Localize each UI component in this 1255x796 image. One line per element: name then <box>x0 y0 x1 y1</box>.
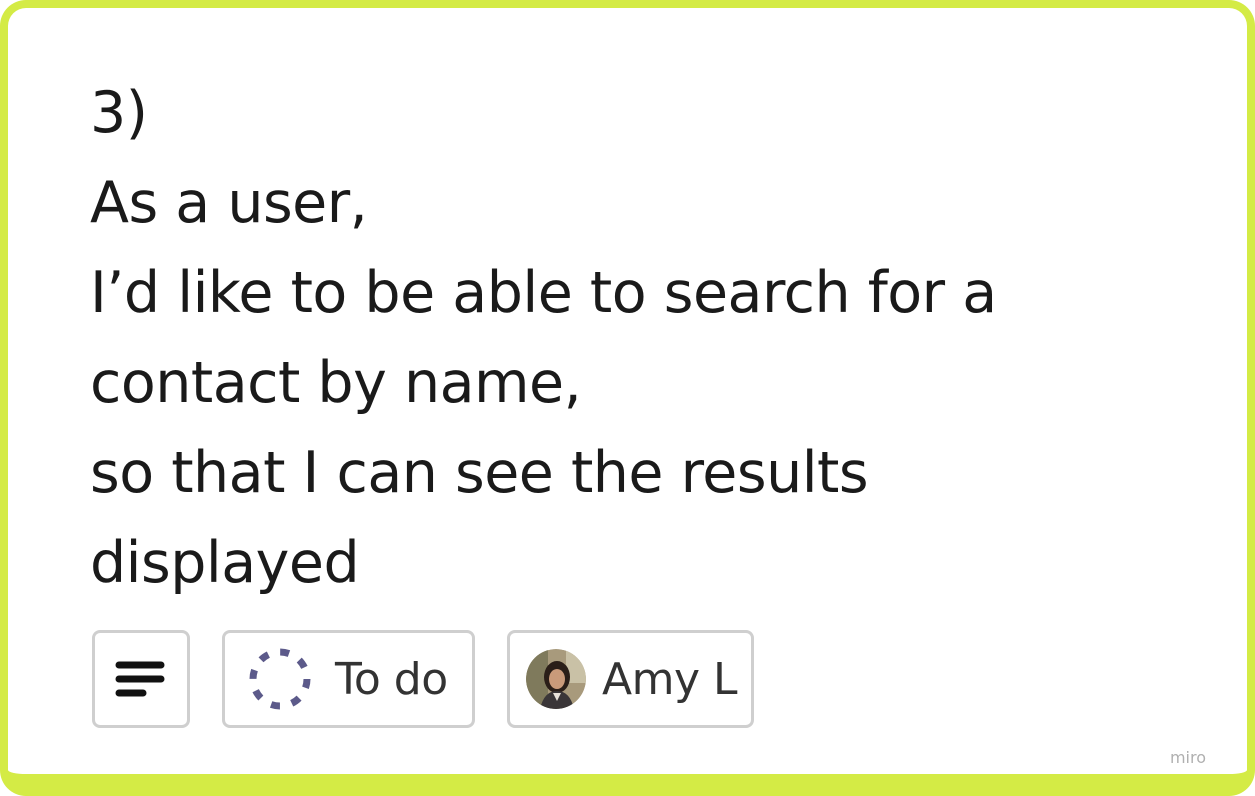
dashed-circle-icon <box>249 648 311 710</box>
card-text-line: contact by name, <box>90 350 582 416</box>
card-text[interactable]: 3) As a user, I’d like to be able to sea… <box>90 68 997 608</box>
assignee-label: Amy L <box>602 653 738 705</box>
lines-icon <box>115 661 165 697</box>
card-text-line: I’d like to be able to search for a <box>90 260 997 326</box>
status-chip[interactable]: To do <box>222 630 475 728</box>
details-button[interactable] <box>92 630 190 728</box>
card-text-line: 3) <box>90 80 148 146</box>
miro-watermark: miro <box>1157 746 1219 770</box>
user-avatar <box>526 649 586 709</box>
card-text-line: As a user, <box>90 170 368 236</box>
card[interactable]: 3) As a user, I’d like to be able to sea… <box>0 0 1255 796</box>
card-text-line: displayed <box>90 530 360 596</box>
assignee-chip[interactable]: Amy L <box>507 630 754 728</box>
card-text-line: so that I can see the results <box>90 440 869 506</box>
card-tags: To do Amy L <box>92 630 754 728</box>
status-label: To do <box>335 653 448 705</box>
